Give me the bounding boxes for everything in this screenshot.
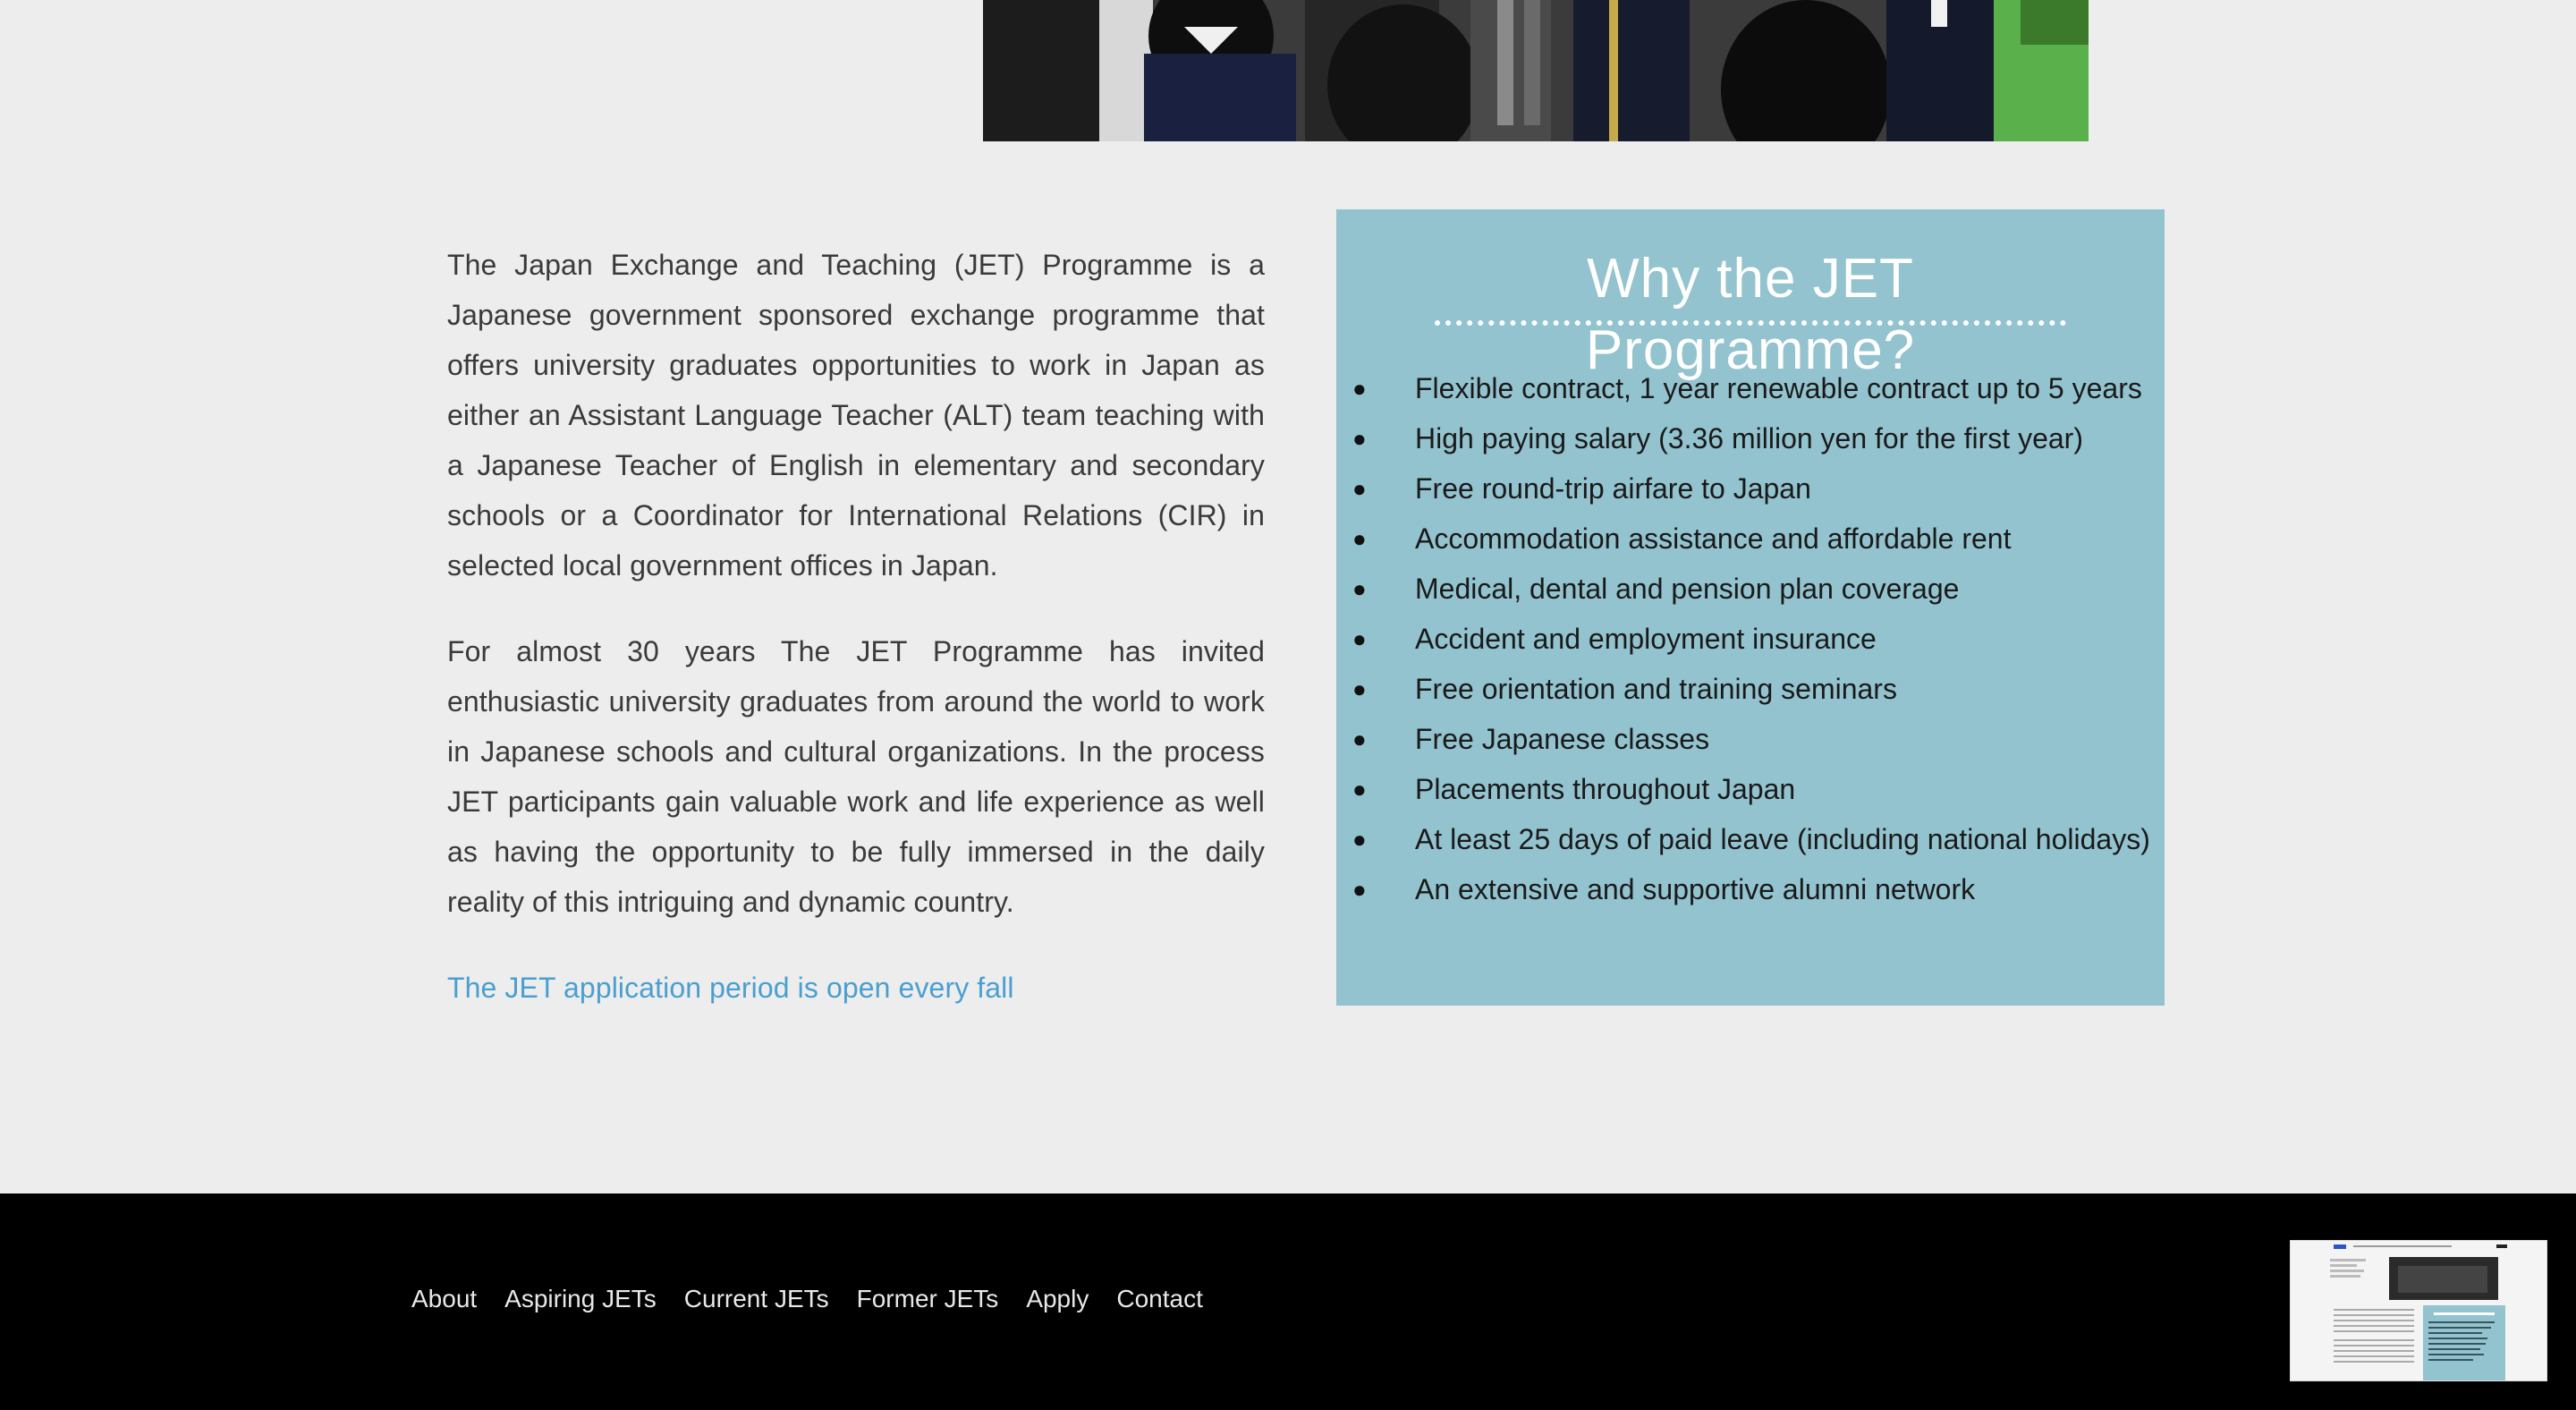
- footer-link-apply[interactable]: Apply: [1026, 1281, 1089, 1317]
- list-item-text: High paying salary (3.36 million yen for…: [1415, 422, 2083, 454]
- intro-paragraph-1: The Japan Exchange and Teaching (JET) Pr…: [447, 249, 1265, 582]
- list-item: ● Accommodation assistance and affordable…: [1352, 514, 2157, 564]
- bullet-icon: ●: [1352, 826, 1367, 853]
- bullet-icon: ●: [1352, 776, 1367, 803]
- page: The Japan Exchange and Teaching (JET) Pr…: [0, 0, 2576, 1410]
- bullet-icon: ●: [1352, 375, 1367, 402]
- list-item-text: Medical, dental and pension plan coverag…: [1415, 573, 1960, 605]
- footer-nav: About Aspiring JETs Current JETs Former …: [411, 1281, 1231, 1317]
- bullet-icon: ●: [1352, 876, 1367, 903]
- bullet-icon: ●: [1352, 625, 1367, 652]
- footer-link-former-jets[interactable]: Former JETs: [857, 1281, 999, 1317]
- footer-link-about[interactable]: About: [411, 1281, 477, 1317]
- bullet-icon: ●: [1352, 475, 1367, 502]
- bullet-icon: ●: [1352, 575, 1367, 602]
- list-item: ● Free orientation and training seminars: [1352, 664, 2157, 714]
- list-item: ● At least 25 days of paid leave (includi…: [1352, 814, 2157, 864]
- hero-photo-image: [983, 0, 2089, 141]
- bullet-icon: ●: [1352, 726, 1367, 752]
- site-footer: About Aspiring JETs Current JETs Former …: [0, 1193, 2576, 1410]
- why-jet-panel: Why the JET Programme? ● Flexible contrac…: [1336, 209, 2165, 1006]
- bullet-icon: ●: [1352, 525, 1367, 552]
- list-item-text: An extensive and supportive alumni netwo…: [1415, 873, 1976, 905]
- list-item: ● Flexible contract, 1 year renewable con…: [1352, 363, 2157, 413]
- list-item: ● Medical, dental and pension plan covera…: [1352, 564, 2157, 614]
- list-item: ● Placements throughout Japan: [1352, 764, 2157, 814]
- list-item: ● Free round-trip airfare to Japan: [1352, 463, 2157, 514]
- title-divider: [1435, 320, 2066, 326]
- list-item-text: Free orientation and training seminars: [1415, 673, 1897, 705]
- thumbnail-image: [2291, 1241, 2546, 1380]
- list-item-text: Accommodation assistance and affordable …: [1415, 522, 2012, 555]
- application-period-link[interactable]: The JET application period is open every…: [447, 963, 1014, 1013]
- intro-paragraph-2: For almost 30 years The JET Programme ha…: [447, 635, 1265, 918]
- list-item: ● An extensive and supportive alumni netw…: [1352, 864, 2157, 914]
- list-item: ● High paying salary (3.36 million yen fo…: [1352, 413, 2157, 463]
- list-item-text: At least 25 days of paid leave (includin…: [1415, 823, 2150, 855]
- list-item-text: Free round-trip airfare to Japan: [1415, 472, 1811, 505]
- intro-section: The Japan Exchange and Teaching (JET) Pr…: [447, 240, 1265, 1013]
- list-item-text: Flexible contract, 1 year renewable cont…: [1415, 372, 2142, 404]
- bullet-icon: ●: [1352, 675, 1367, 702]
- list-item: ● Free Japanese classes: [1352, 714, 2157, 764]
- footer-link-aspiring-jets[interactable]: Aspiring JETs: [504, 1281, 657, 1317]
- bullet-icon: ●: [1352, 425, 1367, 452]
- list-item: ● Accident and employment insurance: [1352, 614, 2157, 664]
- hero-photo: [983, 0, 2089, 141]
- list-item-text: Placements throughout Japan: [1415, 773, 1796, 805]
- page-thumbnail-preview[interactable]: [2290, 1240, 2547, 1381]
- footer-link-current-jets[interactable]: Current JETs: [684, 1281, 829, 1317]
- benefits-list: ● Flexible contract, 1 year renewable con…: [1352, 363, 2157, 914]
- footer-link-contact[interactable]: Contact: [1116, 1281, 1203, 1317]
- list-item-text: Accident and employment insurance: [1415, 623, 1877, 655]
- list-item-text: Free Japanese classes: [1415, 723, 1710, 755]
